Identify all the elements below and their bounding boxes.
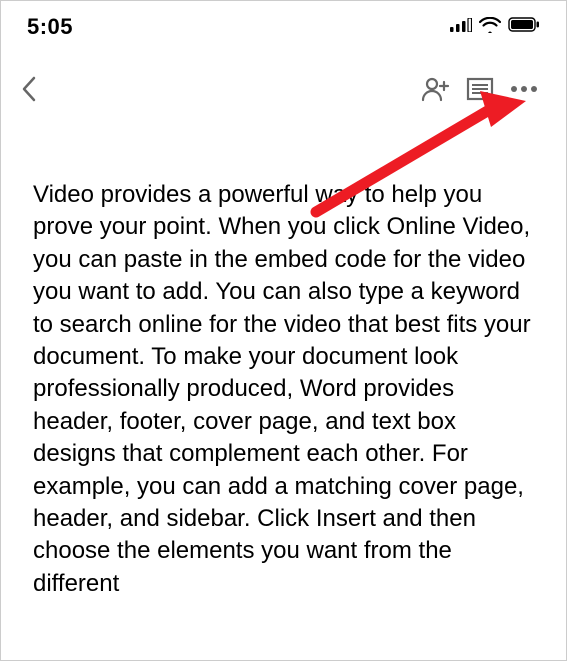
back-button[interactable] [21,69,61,109]
document-view-icon [466,77,494,101]
layout-view-button[interactable] [458,69,502,109]
person-add-icon [421,76,451,102]
wifi-icon [479,17,501,38]
chevron-left-icon [21,76,37,102]
status-icons [450,17,540,38]
battery-icon [508,17,540,37]
add-person-button[interactable] [414,69,458,109]
status-bar: 5:05 [1,1,566,49]
document-body[interactable]: Video provides a powerful way to help yo… [1,119,566,600]
status-time: 5:05 [27,14,73,40]
ellipsis-icon [510,85,538,93]
cellular-signal-icon [450,18,472,37]
more-options-button[interactable] [502,69,546,109]
nav-bar [1,49,566,119]
